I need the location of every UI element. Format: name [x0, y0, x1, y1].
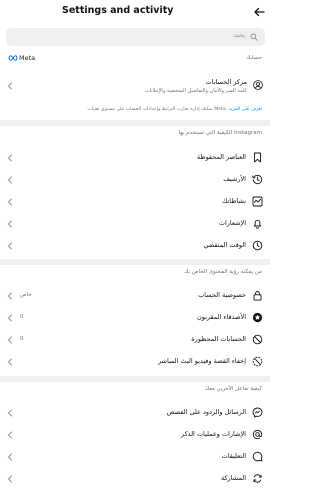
accounts-center-title: مركز الحسابات	[205, 78, 248, 86]
section-divider	[0, 376, 270, 382]
page-title: Settings and activity	[62, 5, 174, 16]
section-label-usage: الكيفية التي تستخدم بها Instagram	[178, 130, 262, 136]
section-divider	[0, 259, 270, 265]
share-icon	[252, 473, 263, 484]
search-placeholder: بحث	[233, 32, 245, 39]
your-account-header: Meta حسابك	[0, 53, 270, 65]
settings-item-comments[interactable]: التعليقات	[0, 446, 270, 468]
chevron-left-icon	[7, 358, 13, 366]
item-label: الوقت المنقضي	[203, 241, 246, 249]
item-label: خصوصية الحساب	[198, 291, 246, 299]
section-divider	[0, 120, 270, 126]
item-label: الرسائل والردود على القصص	[166, 408, 246, 416]
meta-logo-text: Meta	[19, 54, 36, 62]
at-icon	[252, 429, 263, 440]
chevron-left-icon	[7, 314, 13, 322]
item-label: المشاركة	[220, 474, 246, 482]
chevron-left-icon	[7, 198, 13, 206]
settings-item-notifications[interactable]: الإشعارات	[0, 213, 270, 235]
item-value: 0	[20, 336, 24, 342]
chevron-left-icon	[7, 409, 13, 417]
chevron-left-icon	[7, 336, 13, 344]
description-meta: Meta.	[214, 107, 228, 112]
item-value: خاص	[20, 292, 32, 298]
chevron-left-icon	[7, 220, 13, 228]
chevron-left-icon	[7, 292, 13, 300]
chevron-left-icon	[7, 82, 13, 90]
bookmark-icon	[252, 152, 263, 163]
chevron-left-icon	[7, 431, 13, 439]
messenger-icon	[252, 407, 263, 418]
accounts-center-subtitle: كلمة السر والأمان والتفاصيل الشخصية والإ…	[144, 88, 247, 94]
settings-item-sharing[interactable]: المشاركة	[0, 468, 270, 490]
back-arrow-icon[interactable]	[253, 6, 265, 18]
section-label-interaction: كيفية تفاعل الآخرين معك	[204, 386, 262, 392]
accounts-center-item[interactable]: مركز الحسابات كلمة السر والأمان والتفاصي…	[0, 72, 270, 102]
settings-item-close-friends[interactable]: الأصدقاء المقربون 0	[0, 307, 270, 329]
settings-item-mentions[interactable]: الإشارات وعمليات الذكر	[0, 424, 270, 446]
item-value: 0	[20, 314, 24, 320]
hide-story-icon	[252, 356, 263, 367]
bell-icon	[252, 218, 263, 229]
settings-item-account-privacy[interactable]: خصوصية الحساب خاص	[0, 285, 270, 307]
settings-item-messages[interactable]: الرسائل والردود على القصص	[0, 402, 270, 424]
section-label-your-account: حسابك	[245, 55, 262, 61]
item-label: العناصر المحفوظة	[196, 153, 246, 161]
settings-item-blocked[interactable]: الحسابات المحظورة 0	[0, 329, 270, 351]
item-label: إخفاء القصة وفيديو البث المباشر	[157, 357, 246, 365]
chevron-left-icon	[7, 176, 13, 184]
archive-icon	[252, 174, 263, 185]
chevron-left-icon	[7, 475, 13, 483]
accounts-center-description: يمكنك إدارة تجارب الترابط وإعدادات الحسا…	[12, 107, 262, 113]
block-icon	[252, 334, 263, 345]
item-label: الحسابات المحظورة	[191, 335, 246, 343]
item-label: الأصدقاء المقربون	[196, 313, 246, 321]
item-label: الإشعارات	[218, 219, 246, 227]
chevron-left-icon	[7, 242, 13, 250]
item-label: نشاطاتك	[221, 197, 246, 205]
accounts-center-icon	[253, 80, 263, 90]
search-icon	[250, 33, 258, 41]
settings-item-time-spent[interactable]: الوقت المنقضي	[0, 235, 270, 257]
description-text: يمكنك إدارة تجارب الترابط وإعدادات الحسا…	[87, 107, 213, 112]
item-label: الأرشيف	[223, 175, 246, 183]
settings-item-activity[interactable]: نشاطاتك	[0, 191, 270, 213]
settings-item-archive[interactable]: الأرشيف	[0, 169, 270, 191]
lock-icon	[252, 290, 263, 301]
clock-icon	[252, 240, 263, 251]
meta-logo: Meta	[8, 54, 35, 62]
section-label-visibility: من يمكنه رؤية المحتوى الخاص بك	[183, 269, 262, 275]
settings-item-saved[interactable]: العناصر المحفوظة	[0, 147, 270, 169]
search-input[interactable]: بحث	[6, 28, 265, 46]
comment-icon	[252, 451, 263, 462]
close-friends-star-icon	[252, 312, 263, 323]
top-bar: Settings and activity	[0, 0, 270, 24]
settings-item-hide-story[interactable]: إخفاء القصة وفيديو البث المباشر	[0, 351, 270, 373]
learn-more-link[interactable]: تعرف على المزيد	[229, 107, 262, 112]
item-label: الإشارات وعمليات الذكر	[180, 430, 246, 438]
meta-infinity-icon	[8, 55, 18, 61]
chevron-left-icon	[7, 453, 13, 461]
chevron-left-icon	[7, 154, 13, 162]
item-label: التعليقات	[221, 452, 246, 460]
activity-icon	[252, 196, 263, 207]
